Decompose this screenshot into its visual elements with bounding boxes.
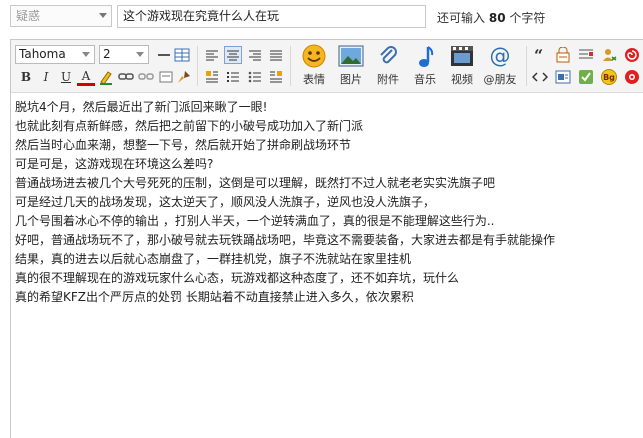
rich-text-editor: Tahoma 2 B I U A 表情 图片 附件 音乐 视频 @ @朋友 “ … [10, 39, 643, 438]
mention-friend-label: @朋友 [483, 73, 517, 86]
chevron-down-icon [136, 52, 144, 57]
editor-toolbar: Tahoma 2 B I U A 表情 图片 附件 音乐 视频 @ @朋友 “ … [11, 40, 643, 93]
underline-button[interactable]: U [57, 68, 75, 86]
music-label: 音乐 [414, 73, 436, 86]
content-line: 真的希望KFZ出个严厉点的处罚 长期站着不动直接禁止进入多久，依次累积 [15, 290, 414, 304]
video-label: 视频 [451, 73, 473, 86]
user-hide-icon[interactable] [600, 46, 618, 64]
bold-label: B [20, 70, 32, 84]
video-icon [449, 44, 475, 68]
toolbar-divider [290, 46, 291, 86]
char-count-hint: 还可输入 80 个字符 [437, 9, 545, 26]
font-size-value: 2 [103, 47, 111, 61]
chevron-down-icon [82, 52, 90, 57]
unlink-icon[interactable] [137, 68, 155, 86]
attachment-button[interactable]: 附件 [371, 44, 405, 90]
clear-format-brush-icon[interactable] [175, 68, 193, 86]
content-line: 也就此刻有点新鲜感，然后把之前留下的小破号成功加入了新门派 [15, 119, 364, 133]
horizontal-rule-icon[interactable] [155, 46, 173, 64]
attachment-label: 附件 [377, 73, 399, 86]
highlight-pen-icon[interactable] [97, 68, 115, 86]
image-label: 图片 [340, 73, 362, 86]
swirl-icon[interactable] [623, 46, 641, 64]
image-icon [338, 44, 364, 68]
content-line: 几个号围着冰心不停的输出 ，打别人半天，一个逆转满血了，真的很是不能理解这些行为… [15, 214, 495, 228]
toolbar-divider [526, 46, 527, 86]
hide-content-icon[interactable] [554, 68, 572, 86]
font-family-value: Tahoma [19, 47, 66, 61]
mention-friend-button[interactable]: @ @朋友 [483, 44, 517, 90]
content-line: 然后当时心血来潮，想整一下号，然后就开始了拼命刷战场环节 [15, 138, 352, 152]
at-icon: @ [487, 44, 513, 68]
paperclip-icon [375, 44, 401, 68]
char-hint-prefix: 还可输入 [437, 11, 486, 25]
category-select[interactable]: 疑惑 [10, 5, 112, 27]
paragraph-format-icon[interactable] [577, 46, 595, 64]
content-line: 可是可是，这游戏现在环境这么差吗? [15, 157, 214, 171]
password-icon[interactable] [623, 68, 641, 86]
background-color-button[interactable]: Bg [600, 68, 618, 86]
image-button[interactable]: 图片 [334, 44, 368, 90]
code-block-icon[interactable] [157, 68, 175, 86]
bg-label: Bg [603, 73, 615, 82]
link-icon[interactable] [117, 68, 135, 86]
align-center-icon[interactable] [224, 46, 242, 64]
italic-button[interactable]: I [37, 68, 55, 86]
underline-label: U [60, 70, 72, 84]
content-line: 脱坑4个月，然后最近出了新门派回来瞅了一眼! [15, 100, 268, 114]
title-input[interactable]: 这个游戏现在究竟什么人在玩 [117, 5, 426, 28]
editor-content[interactable]: 脱坑4个月，然后最近出了新门派回来瞅了一眼! 也就此刻有点新鲜感，然后把之前留下的… [15, 98, 643, 307]
content-line: 好吧，普通战场玩不了，那小破号就去玩铁踊战场吧，毕竟这不需要装备，大家进去都是有… [15, 233, 556, 247]
ordered-list-icon[interactable] [224, 68, 242, 86]
font-color-label: A [81, 68, 91, 83]
svg-text:@: @ [490, 44, 511, 68]
svg-text:“: “ [534, 49, 543, 61]
title-value: 这个游戏现在究竟什么人在玩 [123, 9, 280, 23]
char-hint-count: 80 [488, 11, 506, 25]
float-right-icon[interactable] [267, 68, 285, 86]
italic-label: I [43, 70, 49, 84]
content-line: 真的很不理解现在的游戏玩家什么心态，玩游戏都这种态度了，还不如弃坑，玩什么 [15, 271, 460, 285]
font-color-button[interactable]: A [77, 68, 95, 86]
emoji-label: 表情 [303, 73, 325, 86]
smiley-icon [301, 44, 327, 68]
music-button[interactable]: 音乐 [408, 44, 442, 90]
table-icon[interactable] [173, 46, 191, 64]
category-value: 疑惑 [16, 9, 41, 23]
video-button[interactable]: 视频 [445, 44, 479, 90]
font-family-select[interactable]: Tahoma [15, 45, 95, 64]
music-note-icon [412, 44, 438, 68]
float-left-icon[interactable] [203, 68, 221, 86]
font-size-select[interactable]: 2 [99, 45, 149, 64]
bold-button[interactable]: B [17, 68, 35, 86]
code-icon[interactable] [531, 68, 549, 86]
chevron-down-icon [99, 13, 107, 18]
content-line: 可是经过几天的战场发现，这太逆天了，顺风没人洗旗子，逆风也没人洗旗子， [15, 195, 436, 209]
free-block-icon[interactable] [554, 46, 572, 64]
align-left-icon[interactable] [203, 46, 221, 64]
sticker-icon[interactable] [577, 68, 595, 86]
emoji-button[interactable]: 表情 [297, 44, 331, 90]
content-line: 结果，真的进去以后就心态崩盘了，一群挂机党，旗子不洗就站在家里挂机 [15, 252, 412, 266]
align-justify-icon[interactable] [267, 46, 285, 64]
align-right-icon[interactable] [246, 46, 264, 64]
unordered-list-icon[interactable] [246, 68, 264, 86]
quote-icon[interactable]: “ [531, 46, 549, 64]
char-hint-suffix: 个字符 [509, 11, 546, 25]
content-line: 普通战场进去被几个大号死死的压制，这倒是可以理解，既然打不过人就老老实实洗旗子吧 [15, 176, 496, 190]
toolbar-divider [197, 46, 198, 86]
